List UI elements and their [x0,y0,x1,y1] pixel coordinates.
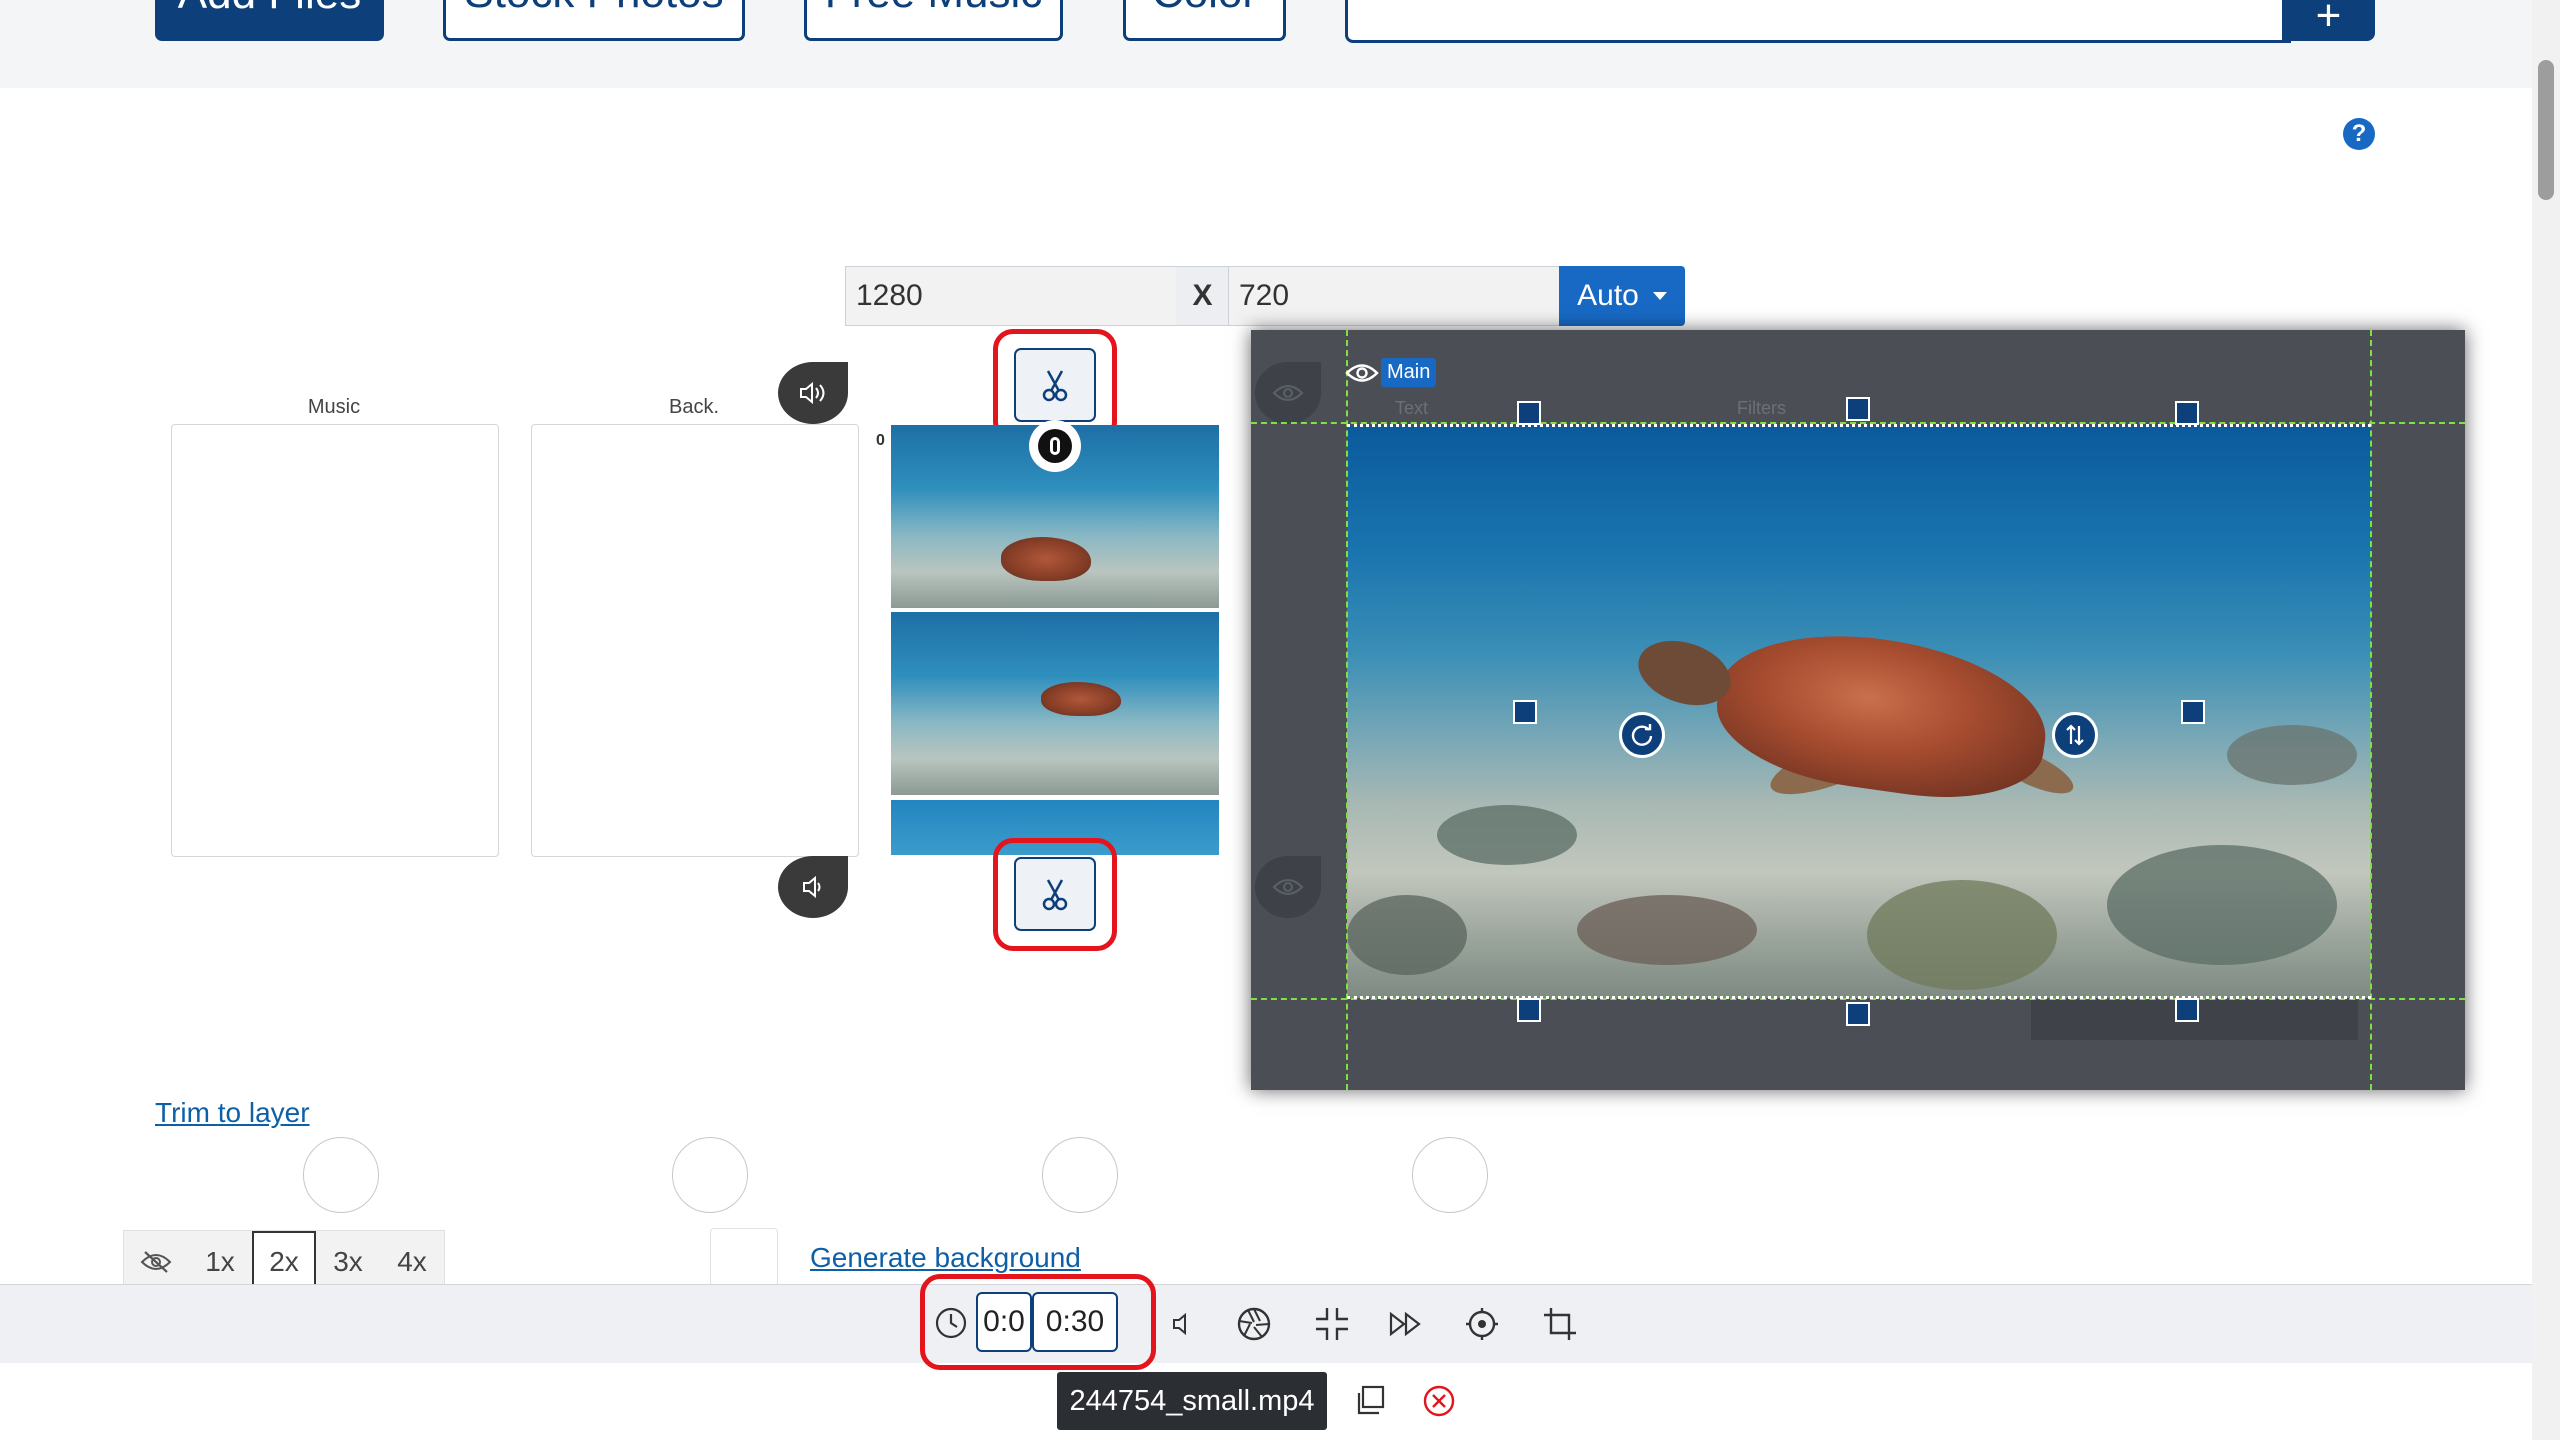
swap-vertical-icon [2066,724,2084,746]
position-marker[interactable] [1029,420,1081,472]
duplicate-icon[interactable] [1354,1384,1386,1416]
turtle-shape [1041,682,1121,716]
volume-low-icon [803,876,821,898]
resize-handle-top-right[interactable] [2175,401,2199,425]
fit-button[interactable] [1312,1302,1352,1346]
crop-icon [1544,1308,1576,1340]
help-icon[interactable]: ? [2343,118,2375,150]
volume-high-button[interactable] [778,362,848,424]
eye-icon [1272,879,1304,895]
dimension-separator: X [1176,266,1229,326]
compress-icon [1316,1308,1348,1340]
add-files-button[interactable]: Add Files [155,0,384,41]
layer-tag[interactable]: Main [1381,358,1437,387]
resize-handle-bottom-left[interactable] [1517,998,1541,1022]
mute-button[interactable] [1162,1302,1202,1346]
guide-line-right [2370,330,2372,1090]
resize-handle-bottom-right[interactable] [2175,998,2199,1022]
trim-to-layer-link[interactable]: Trim to layer [155,1097,310,1129]
aperture-icon [1237,1307,1271,1341]
crop-button[interactable] [1540,1302,1580,1346]
background-track[interactable] [531,424,859,857]
target-icon [1466,1308,1498,1340]
layer-visibility-button-2[interactable] [1255,856,1321,918]
filters-tool-label: Filters [1737,398,1786,418]
background-checkbox[interactable] [710,1228,778,1286]
color-swatch-1[interactable] [303,1137,379,1213]
scissors-icon [1042,370,1068,402]
layer-index: 0 [876,432,885,449]
music-track[interactable] [171,424,499,857]
cut-start-button[interactable] [1014,348,1096,422]
eye-icon [1272,385,1304,401]
color-swatch-3[interactable] [1042,1137,1118,1213]
volume-low-button[interactable] [778,856,848,918]
fast-forward-icon [1389,1311,1421,1337]
clip-filename: 244754_small.mp4 [1057,1372,1327,1430]
clock-icon [935,1307,967,1339]
rotate-icon [1631,724,1653,746]
music-track-label: Music [307,396,361,418]
resize-handle-left[interactable] [1513,700,1537,724]
turtle-shape [1001,537,1091,581]
size-preset-dropdown[interactable]: Auto [1559,266,1685,326]
filter-button[interactable] [1234,1302,1274,1346]
resize-handle-right[interactable] [2181,700,2205,724]
generate-background-link[interactable]: Generate background [810,1242,1081,1274]
end-time-input[interactable]: 0:30 [1032,1292,1118,1352]
scissors-icon [1042,879,1068,911]
width-input[interactable]: 1280 [845,266,1177,326]
rotate-handle[interactable] [1619,712,1665,758]
delete-icon[interactable] [1422,1384,1456,1418]
height-input[interactable]: 720 [1228,266,1560,326]
clip-thumbnail-2[interactable] [891,612,1219,795]
speaker-icon [1173,1312,1186,1336]
size-preset-label: Auto [1577,279,1639,312]
cut-end-button[interactable] [1014,857,1096,931]
selection-edge-bottom [1347,996,2371,999]
stock-photos-button[interactable]: Stock Photos [443,0,745,41]
eye-icon[interactable] [1345,362,1379,384]
turtle-shape [1708,617,2056,813]
color-swatch-4[interactable] [1412,1137,1488,1213]
color-button[interactable]: Color [1123,0,1286,41]
volume-high-icon [800,381,825,405]
add-url-button[interactable]: + [2282,0,2375,41]
guide-line-left [1346,330,1348,1090]
scrollbar-thumb[interactable] [2538,60,2554,200]
flip-handle[interactable] [2052,712,2098,758]
resize-handle-bottom[interactable] [1846,1002,1870,1026]
resize-handle-top-left[interactable] [1517,401,1541,425]
video-frame[interactable] [1347,425,2371,998]
free-music-button[interactable]: Free Music [804,0,1063,41]
url-input[interactable] [1345,0,2291,43]
caret-down-icon [1652,292,1667,300]
scrollbar[interactable] [2532,0,2560,1440]
layer-tag-label: Main [1387,361,1431,383]
position-button[interactable] [1462,1302,1502,1346]
layer-visibility-button[interactable] [1255,362,1321,424]
text-tool-label: Text [1395,398,1429,418]
color-swatch-2[interactable] [672,1137,748,1213]
start-time-input[interactable]: 0:0 [976,1292,1032,1352]
speed-button[interactable] [1386,1302,1426,1346]
resize-handle-top[interactable] [1846,397,1870,421]
selection-edge-top [1347,424,2371,427]
